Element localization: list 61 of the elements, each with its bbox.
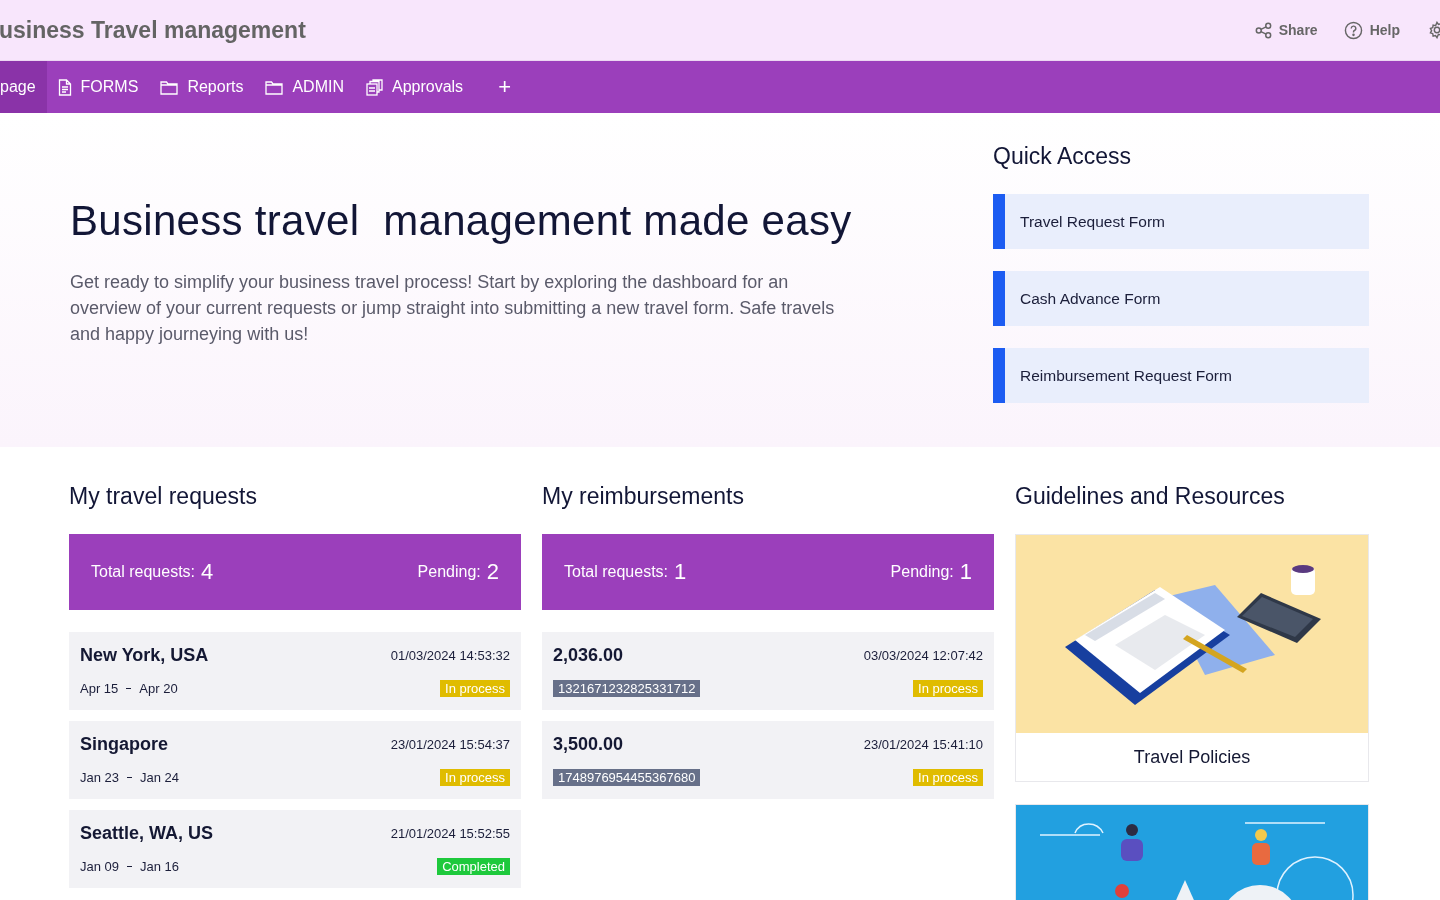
status-tag: Completed [437,858,510,875]
amount: 3,500.00 [553,734,624,755]
app-title: usiness Travel management [0,16,306,44]
request-card[interactable]: Singapore 23/01/2024 15:54:37 Jan 23 Jan 24 In process [69,721,521,799]
card-title[interactable]: Travel Policies [1016,733,1368,781]
request-card[interactable]: New York, USA 01/03/2024 14:53:32 Apr 15 Apr 20 In process [69,632,521,710]
folder-icon [265,79,284,95]
request-card[interactable]: Seattle, WA, US 21/01/2024 15:52:55 Jan 09 Jan 16 Completed [69,810,521,888]
hero-heading: Business travel management made easy [70,197,853,245]
share-icon [1254,21,1272,39]
end-date: Apr 20 [139,681,178,696]
start-date: Jan 23 [80,770,120,785]
end-date: Jan 24 [140,770,180,785]
quick-access-link[interactable]: Cash Advance Form [993,271,1369,326]
timestamp: 21/01/2024 15:52:55 [390,826,510,841]
status-tag: In process [913,769,983,786]
reimbursement-card[interactable]: 2,036.00 03/03/2024 12:07:42 1321671232825331712 In process [542,632,994,710]
timestamp: 23/01/2024 15:41:10 [863,737,983,752]
total-count: 4 [201,559,214,585]
pending-count: 2 [486,559,499,585]
section-title: Guidelines and Resources [1015,483,1286,510]
destination: New York, USA [80,645,209,666]
total-count: 1 [674,559,687,585]
status-tag: In process [440,769,510,786]
header-action-button[interactable]: Help [1343,20,1400,40]
copies-icon [365,78,383,96]
section-title: Quick Access [993,143,1133,170]
total-label: Total requests: [564,563,669,581]
pending-label: Pending: [417,563,481,581]
reimbursement-card[interactable]: 3,500.00 23/01/2024 15:41:10 1748976954455367680 In process [542,721,994,799]
destination: Singapore [80,734,168,755]
nav-tab[interactable]: ADMIN [254,61,355,113]
pending-count: 1 [959,559,972,585]
pending-label: Pending: [890,563,954,581]
nav-tab[interactable]: page [0,61,47,113]
quick-access-link[interactable]: Reimbursement Request Form [993,348,1369,403]
reference-number: 1321671232825331712 [553,680,701,697]
section-title: My reimbursements [542,483,745,510]
end-date: Jan 16 [140,859,180,874]
timestamp: 03/03/2024 12:07:42 [863,648,983,663]
amount: 2,036.00 [553,645,624,666]
start-date: Jan 09 [80,859,120,874]
quick-access-link[interactable]: Travel Request Form [993,194,1369,249]
start-date: Apr 15 [80,681,119,696]
destination: Seattle, WA, US [80,823,214,844]
document-icon [57,78,72,96]
reference-number: 1748976954455367680 [553,769,701,786]
nav-tab[interactable]: Approvals [354,61,475,113]
help-icon [1343,20,1363,40]
status-tag: In process [440,680,510,697]
total-label: Total requests: [91,563,196,581]
timestamp: 23/01/2024 15:54:37 [390,737,510,752]
timestamp: 01/03/2024 14:53:32 [390,648,510,663]
hero-text: Get ready to simplify your business travel process! Start by exploring the dashboard for an overview of your current requests or jump straight into submitting a new travel form. Safe travels and happy journeying with us! [70,271,836,346]
folder-icon [160,79,179,95]
nav-tab[interactable]: FORMS [46,61,150,113]
section-title: My travel requests [69,483,258,510]
header-action-button[interactable]: Share [1254,21,1318,39]
status-tag: In process [913,680,983,697]
add-tab-button[interactable]: + [482,61,527,113]
nav-tab[interactable]: Reports [149,61,255,113]
